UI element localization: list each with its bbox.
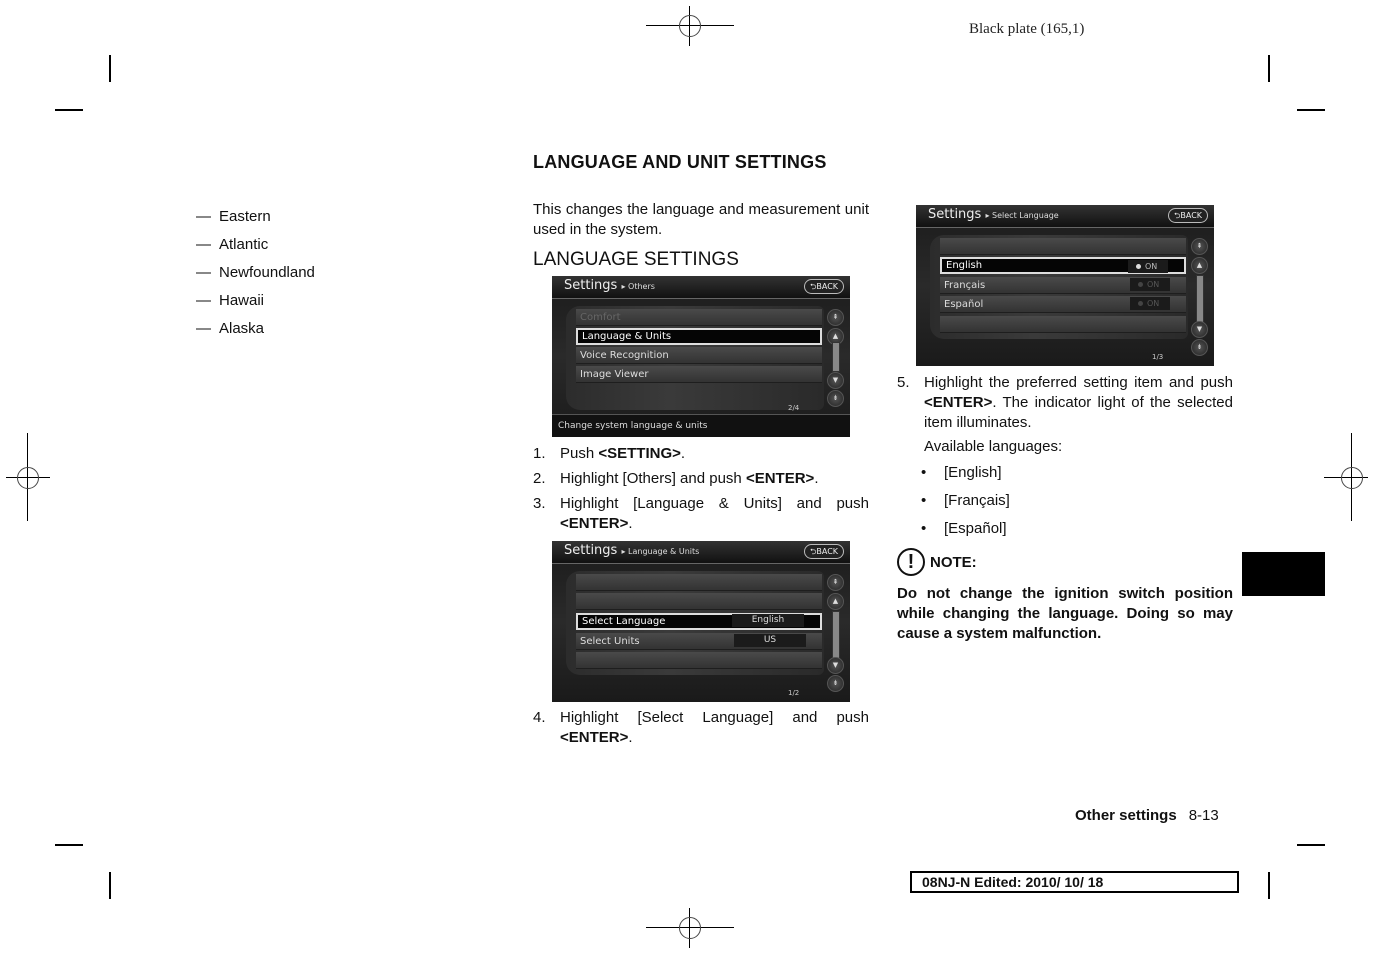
menu-item-select-units[interactable]: Select Units US bbox=[576, 633, 822, 650]
indicator-on: ON bbox=[1128, 260, 1168, 273]
crop-mark bbox=[109, 55, 111, 82]
list-item: — Eastern bbox=[196, 208, 271, 225]
scroll-up-icon[interactable]: ▲ bbox=[1191, 257, 1208, 274]
language-list-item: • [Français] bbox=[921, 492, 1010, 509]
back-button[interactable]: ⮌BACK bbox=[804, 544, 844, 559]
scroll-top-icon[interactable]: ⇞ bbox=[1191, 238, 1208, 255]
scroll-down-icon[interactable]: ▼ bbox=[827, 657, 844, 674]
crop-mark bbox=[55, 109, 83, 111]
value-field: English bbox=[732, 614, 804, 627]
scroll-top-icon[interactable]: ⇞ bbox=[827, 574, 844, 591]
scroll-bottom-icon[interactable]: ⇟ bbox=[1191, 339, 1208, 356]
list-item: — Newfoundland bbox=[196, 264, 315, 281]
menu-item-espanol[interactable]: Español ON bbox=[940, 296, 1186, 313]
note-body: Do not change the ignition switch positi… bbox=[897, 585, 1233, 642]
edit-stamp: 08NJ-N Edited: 2010/ 10/ 18 bbox=[910, 871, 1239, 893]
scroll-down-icon[interactable]: ▼ bbox=[1191, 321, 1208, 338]
screen-settings-others: Settings ▸ Others ⮌BACK Comfort Language… bbox=[552, 276, 850, 437]
list-item: — Hawaii bbox=[196, 292, 265, 309]
step-4: 4. Highlight [Select Language] and push … bbox=[533, 709, 869, 746]
intro-paragraph: This changes the language and measuremen… bbox=[533, 201, 869, 238]
step-3: 3. Highlight [Language & Units] and push… bbox=[533, 495, 869, 532]
page-indicator: 1/2 bbox=[788, 689, 800, 697]
empty-row bbox=[940, 238, 1186, 255]
crop-mark bbox=[55, 844, 83, 846]
menu-item-english[interactable]: English ON bbox=[940, 257, 1186, 274]
crop-mark bbox=[109, 872, 111, 899]
indicator-light-icon bbox=[1138, 282, 1143, 287]
registration-mark-top bbox=[646, 6, 734, 46]
page-indicator: 1/3 bbox=[1152, 353, 1164, 361]
available-languages-label: Available languages: bbox=[924, 438, 1063, 455]
indicator-light-icon bbox=[1136, 264, 1141, 269]
crop-mark bbox=[1268, 872, 1270, 899]
scroll-down-icon[interactable]: ▼ bbox=[827, 372, 844, 389]
plate-label: Black plate (165,1) bbox=[969, 21, 1085, 37]
caution-icon: ! bbox=[897, 548, 925, 576]
scrollbar[interactable] bbox=[832, 342, 840, 372]
step-2: 2. Highlight [Others] and push <ENTER>. bbox=[533, 470, 819, 487]
registration-mark-right bbox=[1324, 433, 1368, 521]
scroll-top-icon[interactable]: ⇞ bbox=[827, 309, 844, 326]
menu-item-comfort[interactable]: Comfort bbox=[576, 309, 822, 326]
indicator-light-icon bbox=[1138, 301, 1143, 306]
indicator-off: ON bbox=[1130, 278, 1170, 291]
list-item: — Alaska bbox=[196, 320, 265, 337]
language-list-item: • [Español] bbox=[921, 520, 1007, 537]
timezone-list: — Eastern — Atlantic — Newfoundland — Hawaii… bbox=[196, 203, 315, 343]
section-title: LANGUAGE AND UNIT SETTINGS bbox=[533, 152, 827, 172]
screen-title: Settings ▸ Others bbox=[564, 278, 655, 293]
screen-select-language: Settings ▸ Select Language ⮌BACK English… bbox=[916, 205, 1214, 366]
scroll-bottom-icon[interactable]: ⇟ bbox=[827, 390, 844, 407]
subsection-title: LANGUAGE SETTINGS bbox=[533, 249, 739, 270]
page-footer: Other settings 8-13 bbox=[1075, 807, 1219, 824]
empty-row bbox=[576, 574, 822, 591]
page-number: 8-13 bbox=[1188, 807, 1219, 824]
scrollbar[interactable] bbox=[1196, 275, 1204, 327]
menu-item-francais[interactable]: Français ON bbox=[940, 277, 1186, 294]
menu-item-image-viewer[interactable]: Image Viewer bbox=[576, 366, 822, 383]
list-item: — Atlantic bbox=[196, 236, 269, 253]
crop-mark bbox=[1268, 55, 1270, 82]
scroll-bottom-icon[interactable]: ⇟ bbox=[827, 675, 844, 692]
status-bar: Change system language & units bbox=[552, 414, 850, 437]
menu-item-voice-recognition[interactable]: Voice Recognition bbox=[576, 347, 822, 364]
footer-section: Other settings bbox=[1075, 807, 1177, 824]
empty-row bbox=[940, 316, 1186, 333]
language-list-item: • [English] bbox=[921, 464, 1002, 481]
indicator-off: ON bbox=[1130, 297, 1170, 310]
step-1: 1. Push <SETTING>. bbox=[533, 445, 686, 462]
empty-row bbox=[576, 593, 822, 610]
value-field: US bbox=[734, 634, 806, 647]
empty-row bbox=[576, 652, 822, 669]
screen-settings-language-units: Settings ▸ Language & Units ⮌BACK Select… bbox=[552, 541, 850, 702]
menu-item-language-units[interactable]: Language & Units bbox=[576, 328, 822, 345]
screen-title: Settings ▸ Select Language bbox=[928, 207, 1059, 222]
menu-item-select-language[interactable]: Select Language English bbox=[576, 613, 822, 630]
registration-mark-bottom bbox=[646, 908, 734, 948]
crop-mark bbox=[1297, 109, 1325, 111]
scrollbar[interactable] bbox=[832, 611, 840, 663]
crop-mark bbox=[1297, 844, 1325, 846]
chapter-tab bbox=[1242, 552, 1325, 596]
registration-mark-left bbox=[0, 433, 50, 521]
note-heading: ! NOTE: bbox=[897, 548, 977, 576]
step-5: 5. Highlight the preferred setting item … bbox=[897, 374, 1233, 431]
back-button[interactable]: ⮌BACK bbox=[1168, 208, 1208, 223]
screen-title: Settings ▸ Language & Units bbox=[564, 543, 700, 558]
back-button[interactable]: ⮌BACK bbox=[804, 279, 844, 294]
page-indicator: 2/4 bbox=[788, 404, 800, 412]
scroll-up-icon[interactable]: ▲ bbox=[827, 593, 844, 610]
